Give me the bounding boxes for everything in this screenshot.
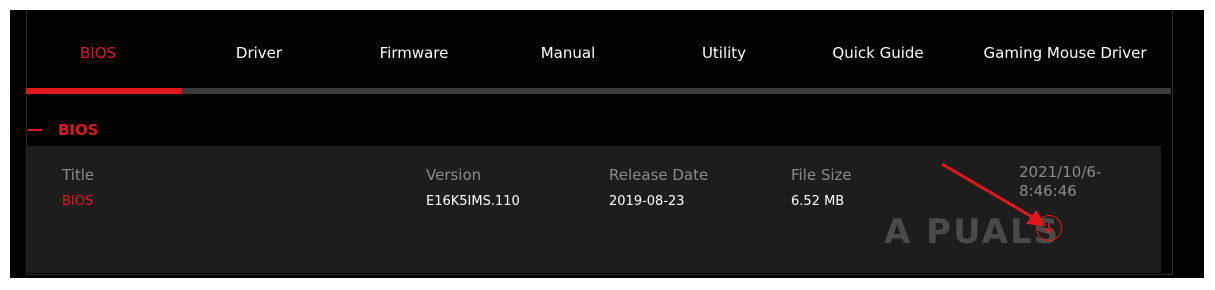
section-title: BIOS	[58, 121, 99, 139]
annotation-arrow-icon	[941, 162, 1046, 226]
download-panel-frame: BIOS Driver Firmware Manual Utility Quic…	[10, 10, 1204, 278]
minus-icon	[28, 129, 42, 131]
tab-indicator-track	[26, 88, 1171, 94]
tab-bios[interactable]: BIOS	[80, 44, 116, 62]
tab-utility[interactable]: Utility	[702, 44, 746, 62]
row-version-value: E16K5IMS.110	[426, 194, 520, 209]
tab-manual[interactable]: Manual	[541, 44, 596, 62]
tab-indicator-active	[26, 88, 182, 94]
tab-quick-guide[interactable]: Quick Guide	[832, 44, 923, 62]
section-toggle-bios[interactable]: BIOS	[28, 118, 99, 142]
column-file-size-label: File Size	[791, 166, 852, 184]
row-release-date-value: 2019-08-23	[609, 194, 685, 209]
tab-gaming-mouse-driver[interactable]: Gaming Mouse Driver	[984, 44, 1147, 62]
column-title-label: Title	[62, 166, 95, 184]
tab-firmware[interactable]: Firmware	[380, 44, 449, 62]
row-file-size-value: 6.52 MB	[791, 194, 845, 209]
column-version-label: Version	[426, 166, 482, 184]
tab-driver[interactable]: Driver	[236, 44, 282, 62]
tab-bar: BIOS Driver Firmware Manual Utility Quic…	[26, 10, 1171, 92]
column-release-date-label: Release Date	[609, 166, 709, 184]
row-title-value: BIOS	[62, 194, 94, 209]
